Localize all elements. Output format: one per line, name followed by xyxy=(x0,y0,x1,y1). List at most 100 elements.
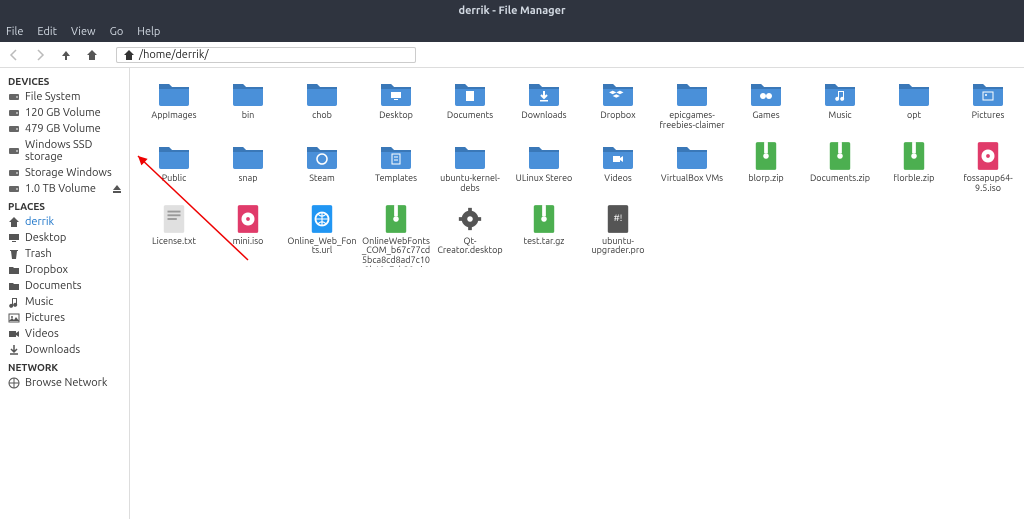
sidebar-item-downloads[interactable]: Downloads xyxy=(0,342,129,358)
videos-icon xyxy=(8,328,20,340)
file-item-steam[interactable]: Steam xyxy=(286,139,358,200)
file-item-ubuntu-upgrader-pro[interactable]: ubuntu-upgrader.pro xyxy=(582,202,654,273)
file-item-public[interactable]: Public xyxy=(138,139,210,200)
file-item-label: fossapup64-9.5.iso xyxy=(953,174,1023,194)
menu-view[interactable]: View xyxy=(71,26,96,38)
file-item-label: opt xyxy=(907,111,921,121)
file-item-dropbox[interactable]: Dropbox xyxy=(582,76,654,137)
folder-templates-icon xyxy=(378,141,414,171)
drive-icon xyxy=(8,183,20,195)
toolbar: /home/derrik/ xyxy=(0,42,1024,68)
file-item-florble-zip[interactable]: florble.zip xyxy=(878,139,950,200)
file-item-fossapup64-9-5-iso[interactable]: fossapup64-9.5.iso xyxy=(952,139,1024,200)
file-item-label: ubuntu-upgrader.pro xyxy=(583,237,653,257)
file-item-label: Online_Web_Fonts.url xyxy=(287,237,357,257)
file-item-epicgames-freebies-claimer[interactable]: epicgames-freebies-claimer xyxy=(656,76,728,137)
file-item-label: License.txt xyxy=(152,237,196,247)
sidebar-item-label: Music xyxy=(25,296,53,308)
menu-file[interactable]: File xyxy=(6,26,23,38)
file-item-onlinewebfonts-com-b67c77cd5bca8cd8ad7c108b19a7cb30-zip[interactable]: OnlineWebFonts_COM_b67c77cd5bca8cd8ad7c1… xyxy=(360,202,432,273)
sidebar-item-label: File System xyxy=(25,91,81,103)
sidebar-item-pictures[interactable]: Pictures xyxy=(0,310,129,326)
folder-icon xyxy=(674,78,710,108)
file-item-label: ubuntu-kernel-debs xyxy=(435,174,505,194)
file-item-label: Games xyxy=(752,111,779,121)
sidebar-item-label: Documents xyxy=(25,280,82,292)
nav-back-button[interactable] xyxy=(6,47,22,63)
nav-forward-button[interactable] xyxy=(32,47,48,63)
file-item-appimages[interactable]: AppImages xyxy=(138,76,210,137)
file-item-opt[interactable]: opt xyxy=(878,76,950,137)
sidebar-item-videos[interactable]: Videos xyxy=(0,326,129,342)
file-item-label: Desktop xyxy=(379,111,413,121)
file-item-qt-creator-desktop[interactable]: Qt-Creator.desktop xyxy=(434,202,506,273)
zip-icon xyxy=(896,141,932,171)
file-item-videos[interactable]: Videos xyxy=(582,139,654,200)
sidebar-item-windows-ssd-storage[interactable]: Windows SSD storage xyxy=(0,137,129,165)
file-item-games[interactable]: Games xyxy=(730,76,802,137)
downloads-icon xyxy=(8,344,20,356)
file-item-downloads[interactable]: Downloads xyxy=(508,76,580,137)
file-item-snap[interactable]: snap xyxy=(212,139,284,200)
file-item-label: Documents.zip xyxy=(810,174,870,184)
file-item-test-tar-gz[interactable]: test.tar.gz xyxy=(508,202,580,273)
file-item-documents-zip[interactable]: Documents.zip xyxy=(804,139,876,200)
sidebar-item-120-gb-volume[interactable]: 120 GB Volume xyxy=(0,105,129,121)
sidebar-item-1-0-tb-volume[interactable]: 1.0 TB Volume xyxy=(0,181,129,197)
folder-icon xyxy=(526,141,562,171)
sidebar-item-browse-network[interactable]: Browse Network xyxy=(0,375,129,391)
sidebar-item-storage-windows[interactable]: Storage Windows xyxy=(0,165,129,181)
sidebar-item-label: 1.0 TB Volume xyxy=(25,183,96,195)
sidebar-item-file-system[interactable]: File System xyxy=(0,89,129,105)
file-item-music[interactable]: Music xyxy=(804,76,876,137)
tar-icon xyxy=(526,204,562,234)
sidebar-item-479-gb-volume[interactable]: 479 GB Volume xyxy=(0,121,129,137)
nav-up-button[interactable] xyxy=(58,47,74,63)
file-item-pictures[interactable]: Pictures xyxy=(952,76,1024,137)
file-item-label: florble.zip xyxy=(894,174,935,184)
drive-icon xyxy=(8,167,20,179)
file-item-virtualbox-vms[interactable]: VirtualBox VMs xyxy=(656,139,728,200)
trash-icon xyxy=(8,248,20,260)
file-item-chob[interactable]: chob xyxy=(286,76,358,137)
file-item-license-txt[interactable]: License.txt xyxy=(138,202,210,273)
sidebar-item-derrik[interactable]: derrik xyxy=(0,214,129,230)
sidebar-item-dropbox[interactable]: Dropbox xyxy=(0,262,129,278)
folder-icon xyxy=(156,78,192,108)
sidebar-item-documents[interactable]: Documents xyxy=(0,278,129,294)
file-item-label: Templates xyxy=(375,174,417,184)
sidebar: DEVICES File System120 GB Volume479 GB V… xyxy=(0,68,130,519)
file-item-bin[interactable]: bin xyxy=(212,76,284,137)
folder-dropbox-icon xyxy=(600,78,636,108)
sidebar-item-label: 120 GB Volume xyxy=(25,107,101,119)
sidebar-item-music[interactable]: Music xyxy=(0,294,129,310)
menu-help[interactable]: Help xyxy=(137,26,160,38)
file-item-mini-iso[interactable]: mini.iso xyxy=(212,202,284,273)
file-view[interactable]: AppImagesbinchob Desktop DocumentsDownload… xyxy=(130,68,1024,519)
file-item-blorp-zip[interactable]: blorp.zip xyxy=(730,139,802,200)
folder-icon xyxy=(8,264,20,276)
drive-icon xyxy=(8,123,20,135)
file-item-label: epicgames-freebies-claimer xyxy=(657,111,727,131)
file-item-templates[interactable]: Templates xyxy=(360,139,432,200)
nav-home-button[interactable] xyxy=(84,47,100,63)
path-bar[interactable]: /home/derrik/ xyxy=(116,47,416,63)
drive-icon xyxy=(8,145,20,157)
folder-icon xyxy=(674,141,710,171)
file-item-desktop[interactable]: Desktop xyxy=(360,76,432,137)
folder-icon xyxy=(230,141,266,171)
folder-icon xyxy=(304,78,340,108)
file-item-ubuntu-kernel-debs[interactable]: ubuntu-kernel-debs xyxy=(434,139,506,200)
menu-go[interactable]: Go xyxy=(110,26,124,38)
iso-icon xyxy=(230,204,266,234)
file-item-ulinux-stereo[interactable]: ULinux Stereo xyxy=(508,139,580,200)
file-item-documents[interactable]: Documents xyxy=(434,76,506,137)
sidebar-item-trash[interactable]: Trash xyxy=(0,246,129,262)
file-item-online-web-fonts-url[interactable]: Online_Web_Fonts.url xyxy=(286,202,358,273)
folder-icon xyxy=(230,78,266,108)
cog-icon xyxy=(452,204,488,234)
menu-edit[interactable]: Edit xyxy=(37,26,57,38)
sidebar-item-desktop[interactable]: Desktop xyxy=(0,230,129,246)
script-icon xyxy=(600,204,636,234)
eject-icon[interactable] xyxy=(111,183,123,195)
